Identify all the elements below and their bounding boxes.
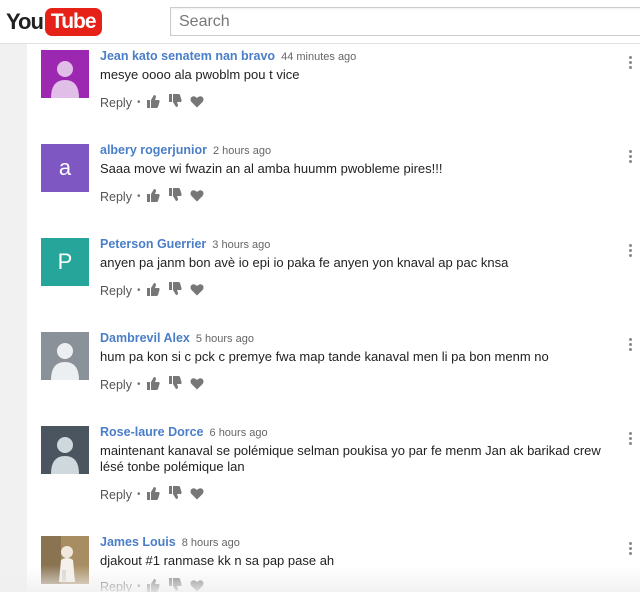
comment-text: maintenant kanaval se polémique selman p… bbox=[100, 443, 601, 474]
more-options-icon[interactable] bbox=[629, 244, 633, 259]
comment-author[interactable]: Rose-laure Dorce bbox=[100, 425, 204, 439]
thumbs-down-icon[interactable] bbox=[168, 282, 183, 299]
comment-text: djakout #1 ranmase kk n sa pap pase ah bbox=[100, 553, 335, 568]
more-options-icon[interactable] bbox=[629, 56, 633, 71]
avatar[interactable] bbox=[41, 536, 89, 584]
comment-time[interactable]: 5 hours ago bbox=[196, 333, 254, 345]
avatar-letter: a bbox=[58, 155, 72, 180]
thumbs-up-icon[interactable] bbox=[146, 94, 161, 111]
reply-button[interactable]: Reply bbox=[100, 488, 132, 502]
reply-button[interactable]: Reply bbox=[100, 190, 132, 204]
thumbs-up-icon[interactable] bbox=[146, 578, 161, 592]
more-options-icon[interactable] bbox=[629, 432, 633, 447]
heart-icon[interactable] bbox=[190, 189, 204, 205]
separator-dot: • bbox=[136, 97, 141, 108]
reply-button[interactable]: Reply bbox=[100, 580, 132, 592]
comment-author[interactable]: Dambrevil Alex bbox=[100, 331, 190, 345]
heart-icon[interactable] bbox=[190, 283, 204, 299]
thumbs-up-icon[interactable] bbox=[146, 376, 161, 393]
thumbs-up-icon[interactable] bbox=[146, 188, 161, 205]
comment-time[interactable]: 2 hours ago bbox=[213, 145, 271, 157]
top-bar: You Tube bbox=[0, 0, 640, 44]
reply-button[interactable]: Reply bbox=[100, 284, 132, 298]
thumbs-up-icon[interactable] bbox=[146, 486, 161, 503]
separator-dot: • bbox=[136, 379, 141, 390]
reply-button[interactable]: Reply bbox=[100, 96, 132, 110]
user-silhouette-icon bbox=[51, 61, 79, 98]
youtube-logo[interactable]: You Tube bbox=[6, 8, 102, 36]
thumbs-down-icon[interactable] bbox=[168, 486, 183, 503]
comment-author[interactable]: Peterson Guerrier bbox=[100, 237, 206, 251]
user-silhouette-icon bbox=[51, 437, 79, 474]
user-photo-icon bbox=[41, 536, 89, 584]
search-box[interactable] bbox=[170, 7, 640, 36]
comment-text: hum pa kon si c pck c premye fwa map tan… bbox=[100, 349, 549, 364]
comments-panel: Jean kato senatem nan bravo 44 minutes ag… bbox=[27, 44, 640, 592]
thumbs-down-icon[interactable] bbox=[168, 376, 183, 393]
thumbs-down-icon[interactable] bbox=[168, 94, 183, 111]
reply-button[interactable]: Reply bbox=[100, 378, 132, 392]
avatar[interactable] bbox=[41, 332, 89, 380]
avatar[interactable] bbox=[41, 50, 89, 98]
comment-time[interactable]: 3 hours ago bbox=[212, 239, 270, 251]
comment-author[interactable]: James Louis bbox=[100, 535, 176, 549]
separator-dot: • bbox=[136, 581, 141, 592]
more-options-icon[interactable] bbox=[629, 338, 633, 353]
comment-time[interactable]: 44 minutes ago bbox=[281, 51, 356, 63]
logo-tube-text: Tube bbox=[44, 8, 102, 36]
comment-time[interactable]: 8 hours ago bbox=[182, 537, 240, 549]
avatar[interactable]: a bbox=[41, 144, 89, 192]
user-silhouette-icon bbox=[51, 343, 79, 380]
thumbs-down-icon[interactable] bbox=[168, 188, 183, 205]
more-options-icon[interactable] bbox=[629, 542, 633, 557]
comment-text: mesye oooo ala pwoblm pou t vice bbox=[100, 67, 300, 82]
avatar[interactable]: P bbox=[41, 238, 89, 286]
separator-dot: • bbox=[136, 489, 141, 500]
separator-dot: • bbox=[136, 285, 141, 296]
heart-icon[interactable] bbox=[190, 579, 204, 592]
heart-icon[interactable] bbox=[190, 95, 204, 111]
thumbs-up-icon[interactable] bbox=[146, 282, 161, 299]
comment-author[interactable]: Jean kato senatem nan bravo bbox=[100, 49, 275, 63]
avatar[interactable] bbox=[41, 426, 89, 474]
comment-text: anyen pa janm bon avè io epi io paka fe … bbox=[100, 255, 509, 270]
heart-icon[interactable] bbox=[190, 487, 204, 503]
comment-text: Saaa move wi fwazin an al amba huumm pwo… bbox=[100, 161, 443, 176]
avatar-letter: P bbox=[57, 249, 73, 274]
separator-dot: • bbox=[136, 191, 141, 202]
more-options-icon[interactable] bbox=[629, 150, 633, 165]
logo-you-text: You bbox=[6, 9, 44, 34]
thumbs-down-icon[interactable] bbox=[168, 578, 183, 592]
comment-time[interactable]: 6 hours ago bbox=[210, 427, 268, 439]
comment-author[interactable]: albery rogerjunior bbox=[100, 143, 207, 157]
heart-icon[interactable] bbox=[190, 377, 204, 393]
search-input[interactable] bbox=[171, 8, 640, 35]
